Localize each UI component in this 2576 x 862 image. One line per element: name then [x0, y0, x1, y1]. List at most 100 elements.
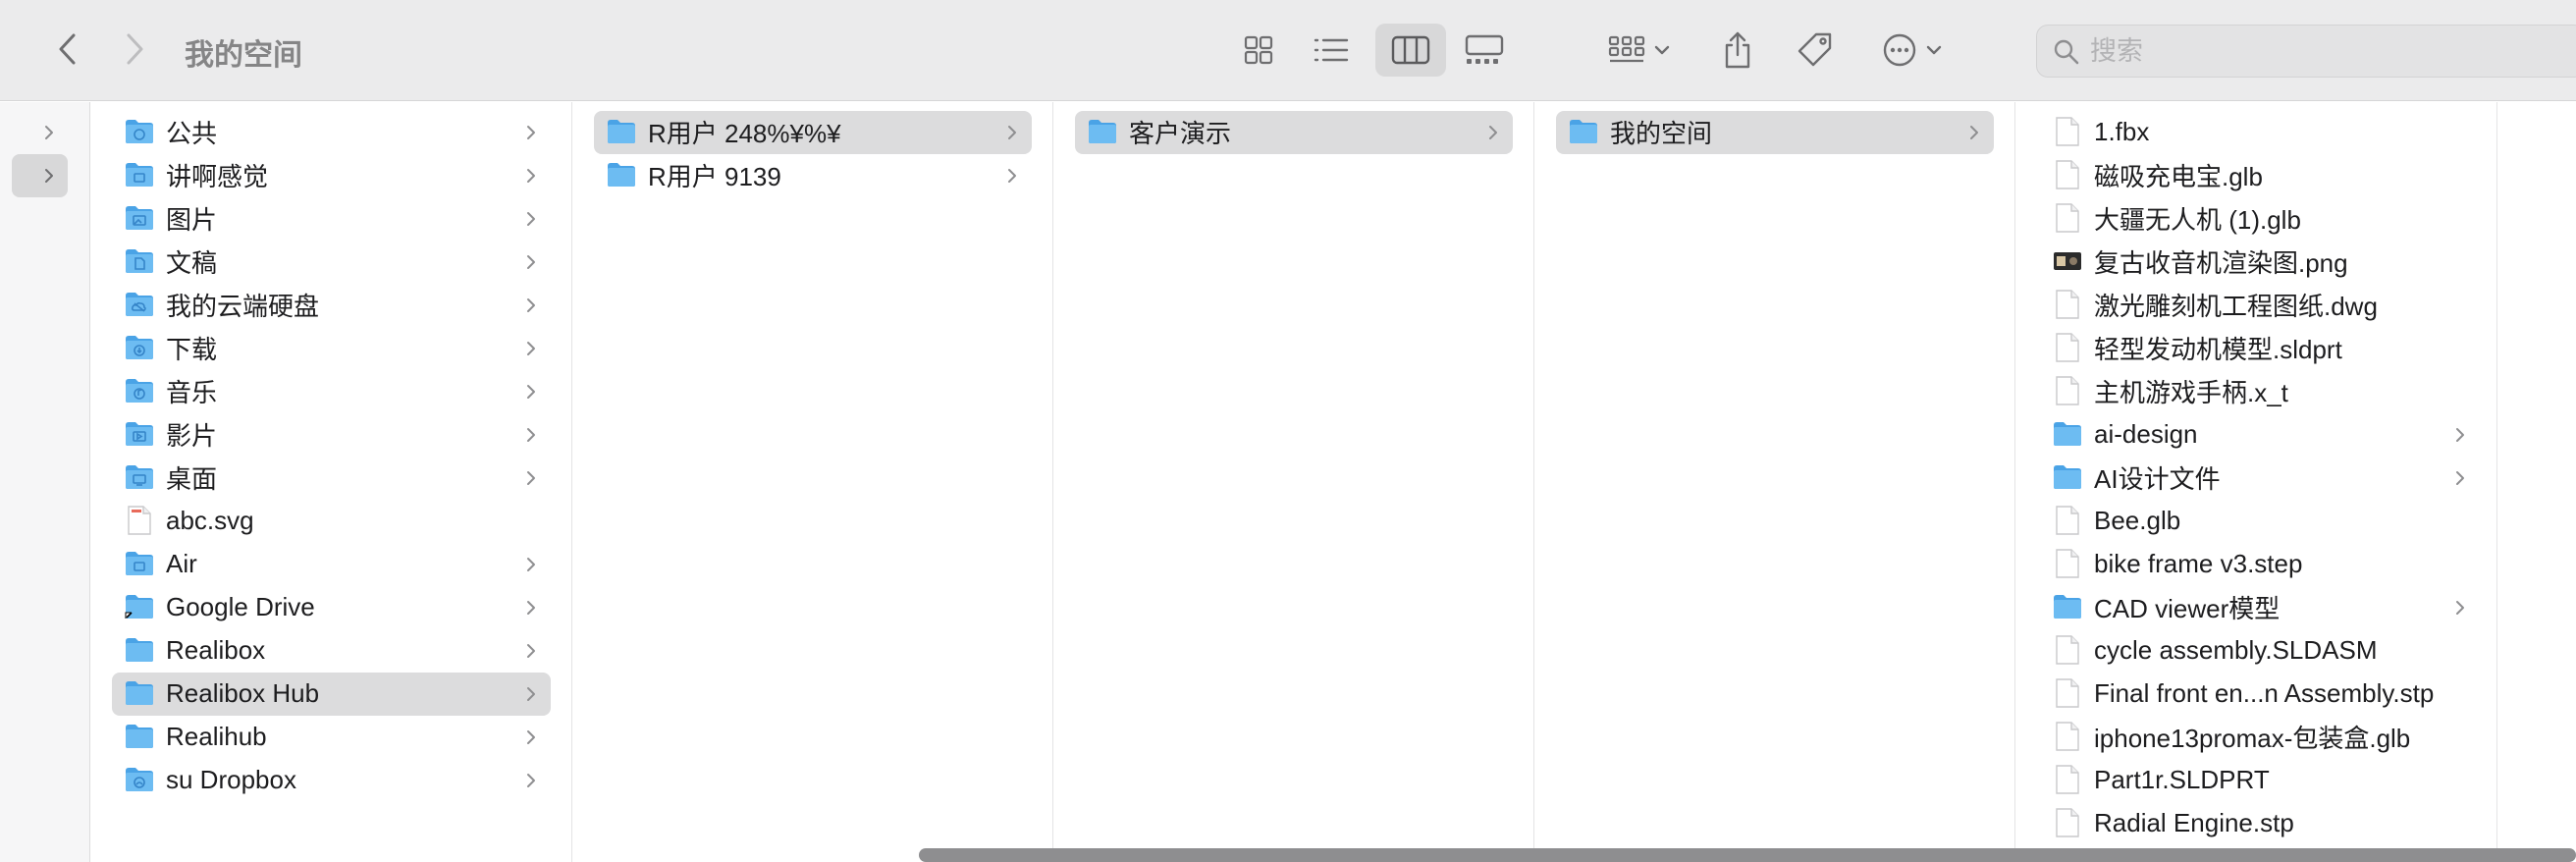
file-item[interactable]: bike frame v3.step — [2016, 542, 2496, 585]
file-item[interactable]: 复古收音机渲染图.png — [2016, 240, 2496, 283]
folder-item[interactable]: Realihub — [91, 715, 571, 758]
folder-icon — [606, 116, 637, 147]
document-icon — [2052, 202, 2083, 234]
folder-item[interactable]: 公共 — [91, 110, 571, 153]
sidebar-row[interactable] — [0, 153, 89, 197]
folder-item[interactable]: AI设计文件 — [2016, 456, 2496, 499]
item-label: bike frame v3.step — [2094, 548, 2303, 578]
file-item[interactable]: 磁吸充电宝.glb — [2016, 153, 2496, 196]
list-view-button[interactable] — [1296, 24, 1367, 77]
folder-item[interactable]: 我的空间 — [1535, 110, 2014, 154]
chevron-right-icon — [524, 381, 538, 403]
folder-item[interactable]: su Dropbox — [91, 758, 571, 801]
folder-alias-icon — [124, 591, 155, 622]
folder-item[interactable]: 讲啊感觉 — [91, 153, 571, 196]
folder-item[interactable]: R用户 9139 — [573, 153, 1052, 196]
file-item[interactable]: cycle assembly.SLDASM — [2016, 628, 2496, 672]
item-label: 影片 — [166, 420, 218, 451]
column-view-button[interactable] — [1375, 24, 1446, 77]
horizontal-scrollbar[interactable] — [919, 848, 2576, 862]
document-icon — [2052, 332, 2083, 363]
document-icon — [2052, 116, 2083, 147]
document-icon — [2052, 807, 2083, 838]
back-button[interactable] — [49, 29, 84, 69]
folder-icon — [124, 677, 155, 709]
item-label: abc.svg — [166, 505, 254, 535]
browser-column-1: 公共讲啊感觉 图片 文稿 我的云端硬盘 下载音乐影片桌面 abc.svg Air Google… — [91, 102, 572, 862]
item-label: 激光雕刻机工程图纸.dwg — [2094, 291, 2378, 321]
sidebar-row[interactable] — [0, 110, 89, 153]
item-label: 音乐 — [166, 377, 218, 407]
image-thumbnail-icon — [2052, 245, 2083, 277]
folder-item[interactable]: 桌面 — [91, 456, 571, 499]
document-icon — [2052, 548, 2083, 579]
group-icon — [1608, 35, 1645, 63]
share-button[interactable] — [1716, 26, 1759, 75]
item-label: 磁吸充电宝.glb — [2094, 161, 2263, 191]
chevron-right-icon — [127, 33, 143, 65]
item-label: Air — [166, 548, 197, 578]
folder-item[interactable]: 下载 — [91, 326, 571, 369]
chevron-right-icon — [524, 727, 538, 748]
folder-icon — [606, 159, 637, 190]
search-input[interactable] — [2090, 34, 2561, 68]
file-item[interactable]: 激光雕刻机工程图纸.dwg — [2016, 283, 2496, 326]
folder-downloads-icon — [124, 332, 155, 363]
folder-item[interactable]: Realibox Hub — [91, 672, 571, 716]
file-item[interactable]: Part1r.SLDPRT — [2016, 758, 2496, 801]
gallery-icon — [1465, 34, 1504, 64]
search-field[interactable] — [2036, 25, 2576, 78]
tag-button[interactable] — [1793, 26, 1838, 75]
document-icon — [2052, 375, 2083, 406]
tag-icon — [1798, 32, 1832, 67]
group-by-button[interactable] — [1600, 26, 1679, 75]
file-item[interactable]: 大疆无人机 (1).glb — [2016, 196, 2496, 240]
chevron-right-icon — [45, 126, 53, 139]
icon-view-button[interactable] — [1223, 24, 1294, 77]
folder-item[interactable]: 图片 — [91, 196, 571, 240]
chevron-right-icon — [524, 424, 538, 446]
chevron-right-icon — [524, 640, 538, 662]
item-label: Realihub — [166, 721, 267, 751]
grid-icon — [1244, 35, 1273, 65]
browser-column-2: R用户 248%¥%¥ R用户 9139 — [573, 102, 1053, 862]
folder-icon — [2052, 461, 2083, 493]
chevron-right-icon — [524, 295, 538, 316]
folder-pictures-icon — [124, 202, 155, 234]
folder-item[interactable]: 音乐 — [91, 369, 571, 412]
folder-item[interactable]: 影片 — [91, 412, 571, 456]
file-item[interactable]: 1.fbx — [2016, 110, 2496, 153]
file-item[interactable]: abc.svg — [91, 499, 571, 542]
file-item[interactable]: 主机游戏手柄.x_t — [2016, 369, 2496, 412]
folder-item[interactable]: Google Drive — [91, 585, 571, 628]
folder-shared-icon — [124, 764, 155, 795]
item-label: iphone13promax-包装盒.glb — [2094, 723, 2411, 753]
folder-item[interactable]: Air — [91, 542, 571, 585]
folder-item[interactable]: CAD viewer模型 — [2016, 585, 2496, 628]
file-item[interactable]: Bee.glb — [2016, 499, 2496, 542]
item-label: AI设计文件 — [2094, 463, 2221, 494]
folder-icon — [1087, 116, 1118, 147]
folder-item[interactable]: 文稿 — [91, 240, 571, 283]
item-label: 公共 — [166, 118, 218, 148]
folder-item[interactable]: 客户演示 — [1054, 110, 1533, 154]
folder-generic-icon — [124, 159, 155, 190]
item-label: 我的空间 — [1610, 118, 1713, 148]
item-label: CAD viewer模型 — [2094, 593, 2281, 623]
document-icon — [2052, 721, 2083, 752]
folder-item[interactable]: ai-design — [2016, 412, 2496, 456]
chevron-right-icon — [524, 467, 538, 489]
item-label: su Dropbox — [166, 764, 296, 794]
file-item[interactable]: iphone13promax-包装盒.glb — [2016, 715, 2496, 758]
item-label: 轻型发动机模型.sldprt — [2094, 334, 2342, 364]
folder-cloud-icon — [124, 289, 155, 320]
folder-item[interactable]: 我的云端硬盘 — [91, 283, 571, 326]
file-item[interactable]: Radial Engine.stp — [2016, 801, 2496, 844]
forward-button[interactable] — [118, 29, 153, 69]
folder-item[interactable]: Realibox — [91, 628, 571, 672]
file-item[interactable]: Final front en...n Assembly.stp — [2016, 672, 2496, 715]
file-item[interactable]: 轻型发动机模型.sldprt — [2016, 326, 2496, 369]
gallery-view-button[interactable] — [1449, 24, 1520, 77]
more-actions-button[interactable] — [1873, 26, 1952, 75]
folder-item[interactable]: R用户 248%¥%¥ — [573, 110, 1052, 154]
